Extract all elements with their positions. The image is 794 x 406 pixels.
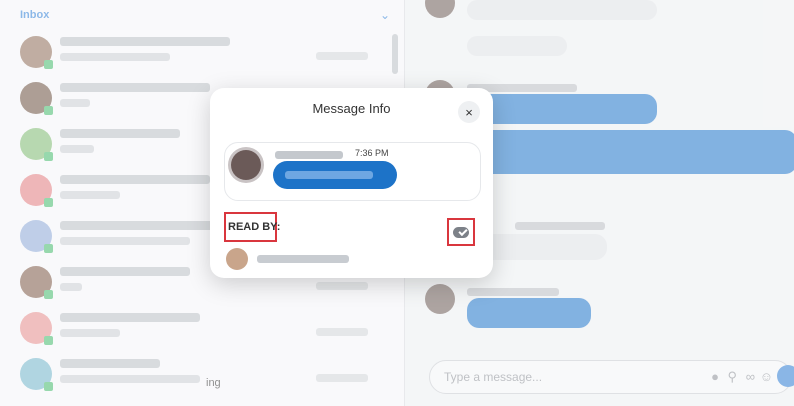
double-check-icon bbox=[453, 226, 469, 238]
message-time: 7:36 PM bbox=[355, 148, 389, 158]
close-button[interactable]: × bbox=[458, 101, 480, 123]
reader-name-redacted bbox=[257, 255, 349, 263]
app-root: Inbox ⌄ ing Type a message... ● ⚲ ∞ ☺ Me… bbox=[0, 0, 794, 406]
modal-title: Message Info bbox=[312, 101, 391, 116]
read-status-highlight bbox=[447, 218, 475, 246]
read-by-highlight: READ BY: bbox=[224, 212, 281, 242]
message-bubble bbox=[273, 161, 397, 189]
message-text-redacted bbox=[285, 171, 373, 179]
reader-avatar bbox=[226, 248, 248, 270]
avatar bbox=[231, 150, 261, 180]
read-by-label: READ BY: bbox=[228, 221, 281, 233]
message-preview-card: 7:36 PM bbox=[224, 142, 481, 201]
message-info-modal: Message Info × 7:36 PM READ BY: bbox=[210, 88, 493, 278]
close-icon: × bbox=[465, 104, 473, 120]
sender-name-redacted bbox=[275, 151, 343, 159]
